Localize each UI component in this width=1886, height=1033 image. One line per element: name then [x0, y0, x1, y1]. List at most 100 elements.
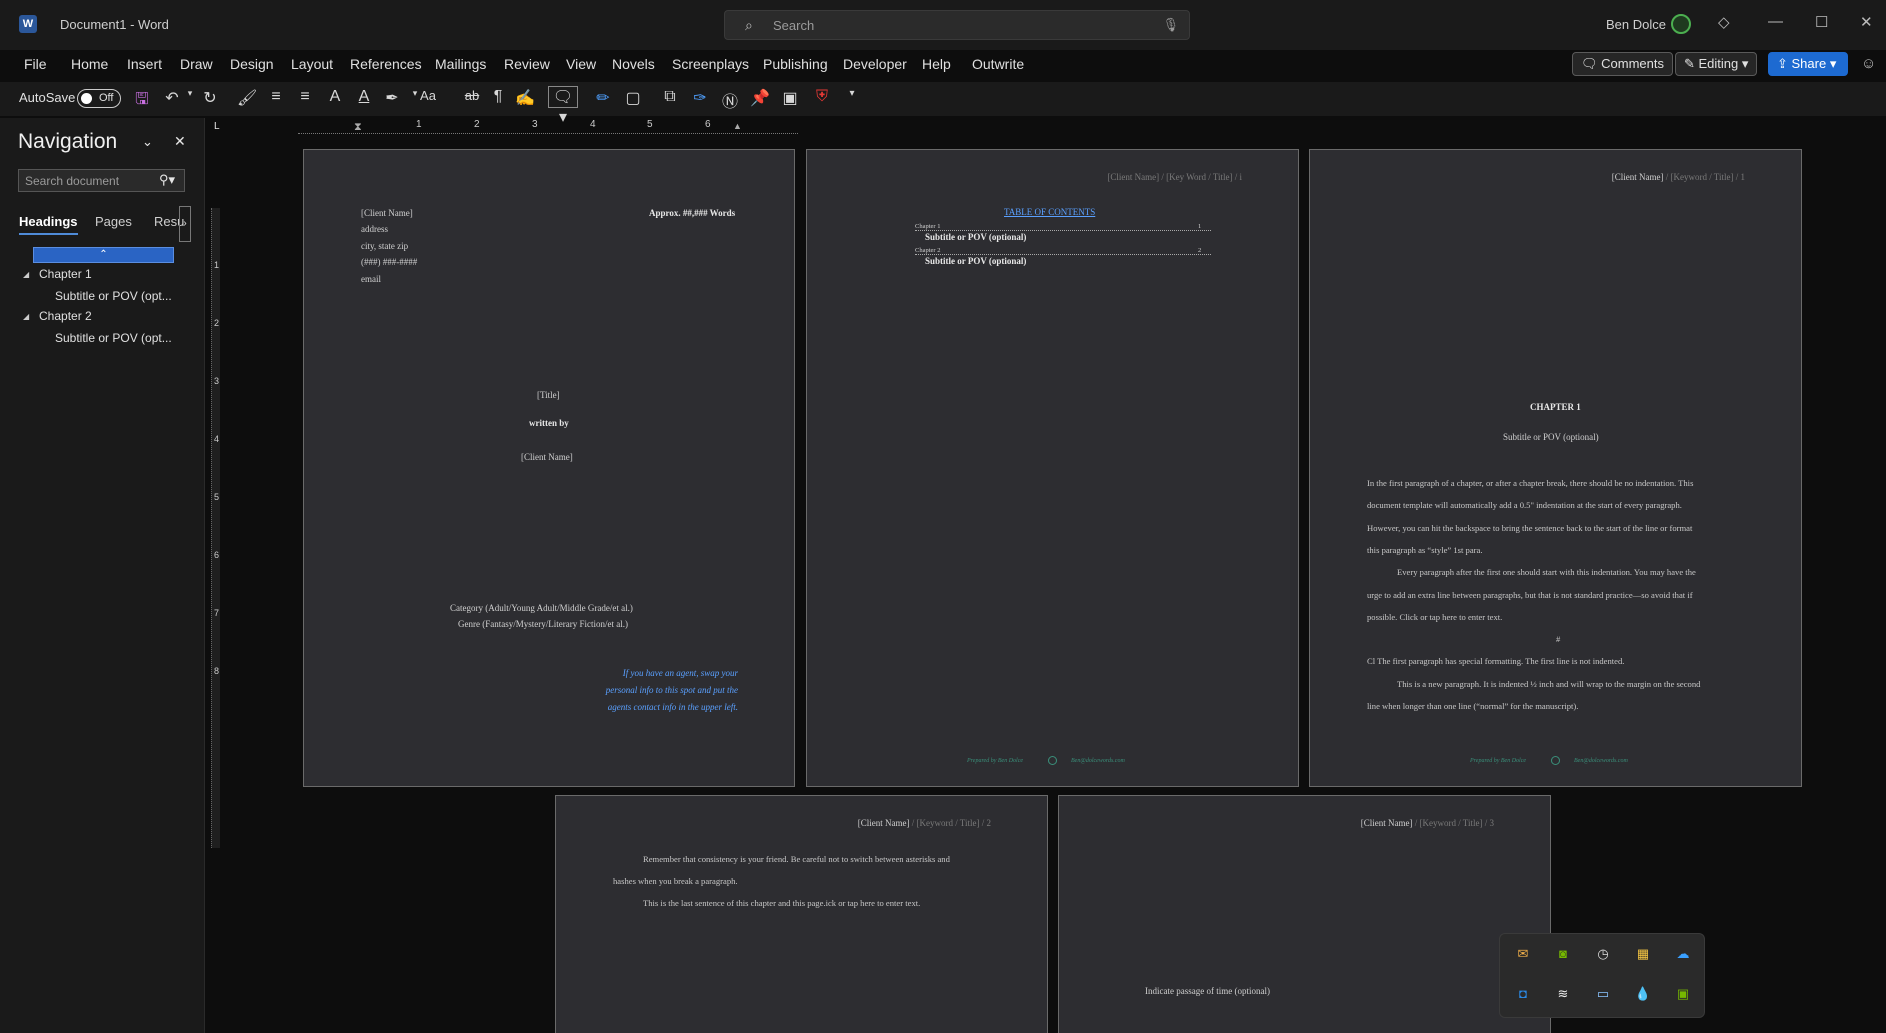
gpu-icon[interactable]: ▣: [1674, 985, 1692, 1003]
maximize-icon[interactable]: ☐: [1815, 13, 1828, 31]
nav-search-input[interactable]: Search document ⚲▾: [18, 169, 185, 192]
body-line: this paragraph as “style” 1st para.: [1367, 544, 1483, 555]
microphone-icon[interactable]: 🎙: [1162, 17, 1179, 33]
mail-icon[interactable]: ✉: [1514, 945, 1532, 963]
toc-title[interactable]: TABLE OF CONTENTS: [1004, 207, 1095, 217]
collapse-chapter1-icon[interactable]: ◢: [23, 270, 29, 279]
pin-icon[interactable]: 📌: [750, 88, 770, 108]
agent-note-line1: If you have an agent, swap your: [622, 668, 738, 678]
ruler-number: 5: [647, 119, 653, 130]
shape-icon[interactable]: ▢: [623, 88, 643, 108]
menu-home[interactable]: Home: [71, 56, 108, 72]
nav-item-subtitle2[interactable]: Subtitle or POV (opt...: [55, 331, 172, 345]
undo-icon[interactable]: ↶: [162, 88, 182, 108]
menu-layout[interactable]: Layout: [291, 56, 333, 72]
photo-icon[interactable]: ▦: [1634, 945, 1652, 963]
minimize-icon[interactable]: —: [1768, 13, 1783, 30]
diamond-icon[interactable]: ◇: [1718, 13, 1730, 31]
nvidia-icon[interactable]: ◙: [1554, 945, 1572, 963]
menu-references[interactable]: References: [350, 56, 422, 72]
search-box[interactable]: ⌕ Search 🎙: [724, 10, 1190, 40]
avatar[interactable]: [1671, 14, 1691, 34]
autosave-toggle[interactable]: Off: [77, 89, 121, 108]
menu-draw[interactable]: Draw: [180, 56, 213, 72]
menu-novels[interactable]: Novels: [612, 56, 655, 72]
change-case-icon[interactable]: Aa: [418, 88, 438, 103]
close-pane-icon[interactable]: ✕: [174, 133, 186, 150]
feedback-icon[interactable]: ☺: [1861, 55, 1876, 72]
notation-icon[interactable]: Ⓝ: [720, 88, 740, 112]
undo-dropdown-icon[interactable]: ▾: [180, 88, 200, 99]
search-icon[interactable]: ⚲▾: [159, 172, 175, 188]
indent-marker-icon[interactable]: ⧗: [354, 121, 362, 134]
page-3[interactable]: [Client Name] / [Keyword / Title] / 3 In…: [1058, 795, 1551, 1033]
menu-mailings[interactable]: Mailings: [435, 56, 486, 72]
pen-blue-icon[interactable]: ✑: [690, 88, 710, 108]
onedrive-icon[interactable]: ☁: [1674, 945, 1692, 963]
user-name[interactable]: Ben Dolce: [1606, 17, 1666, 32]
tab-pages[interactable]: Pages: [95, 214, 132, 229]
tab-scroll-button[interactable]: ›: [179, 206, 191, 242]
highlight-icon[interactable]: ✒: [382, 88, 402, 108]
page-toc[interactable]: [Client Name] / [Key Word / Title] / i T…: [806, 149, 1299, 787]
font-size-icon[interactable]: A: [325, 88, 345, 106]
menu-screenplays[interactable]: Screenplays: [672, 56, 749, 72]
page-title[interactable]: [Client Name] address city, state zip (#…: [303, 149, 795, 787]
redo-icon[interactable]: ↻: [200, 88, 220, 108]
share-button[interactable]: ⇪ Share ▾: [1768, 52, 1848, 76]
collapse-chapter2-icon[interactable]: ◢: [23, 312, 29, 321]
menu-help[interactable]: Help: [922, 56, 951, 72]
header-client: [Client Name]: [1107, 172, 1160, 182]
close-icon[interactable]: ✕: [1860, 13, 1873, 31]
ruler-number: 7: [214, 608, 220, 618]
menu-design[interactable]: Design: [230, 56, 274, 72]
menu-file[interactable]: File: [24, 56, 47, 72]
duplicate-icon[interactable]: ⧉: [660, 88, 680, 106]
ruler-number: 5: [214, 492, 220, 502]
right-indent-marker-icon[interactable]: ▲: [733, 121, 742, 131]
page-chapter1[interactable]: [Client Name] / [Keyword / Title] / 1 CH…: [1309, 149, 1802, 787]
clear-format-icon[interactable]: ✍: [515, 88, 535, 108]
nav-item-subtitle1[interactable]: Subtitle or POV (opt...: [55, 289, 172, 303]
page-header: [Client Name] / [Keyword / Title] / 1: [1612, 172, 1745, 182]
font-color-icon[interactable]: A: [354, 88, 374, 106]
tab-selector-icon[interactable]: L: [214, 121, 220, 132]
display-icon[interactable]: ▭: [1594, 985, 1612, 1003]
draw-icon[interactable]: ✏: [593, 88, 613, 108]
menu-publishing[interactable]: Publishing: [763, 56, 828, 72]
paragraph-marks-icon[interactable]: ¶: [488, 88, 508, 106]
menu-developer[interactable]: Developer: [843, 56, 907, 72]
vertical-ruler[interactable]: [206, 118, 228, 1033]
save-icon[interactable]: 🖫: [132, 88, 152, 115]
tab-headings[interactable]: Headings: [19, 214, 78, 235]
nav-top-selection[interactable]: ⌃: [33, 247, 174, 263]
toc-entry-2[interactable]: Chapter 2: [915, 247, 1211, 255]
page-2[interactable]: [Client Name] / [Keyword / Title] / 2 Re…: [555, 795, 1048, 1033]
body-line: Remember that consistency is your friend…: [643, 854, 950, 864]
comments-button[interactable]: 🗨 Comments: [1572, 52, 1673, 76]
format-painter-icon[interactable]: 🖌: [237, 88, 257, 108]
editing-button[interactable]: ✎ Editing ▾: [1675, 52, 1758, 76]
menu-view[interactable]: View: [566, 56, 596, 72]
clock-icon[interactable]: ◷: [1594, 945, 1612, 963]
indent-icon[interactable]: ≡: [266, 88, 286, 106]
menu-insert[interactable]: Insert: [127, 56, 162, 72]
chevron-down-icon[interactable]: ⌄: [142, 134, 153, 150]
toc-entry-1[interactable]: Chapter 1: [915, 223, 1211, 231]
comment-insert-icon[interactable]: 🗨▾: [548, 86, 578, 126]
chapter-heading: CHAPTER 1: [1530, 402, 1581, 412]
drop-icon[interactable]: 💧: [1634, 985, 1652, 1003]
screen-icon[interactable]: ▣: [780, 88, 800, 108]
align-center-icon[interactable]: ≡: [295, 88, 315, 106]
app-icon[interactable]: ≋: [1554, 985, 1572, 1003]
nav-item-chapter1[interactable]: Chapter 1: [39, 267, 92, 281]
menu-review[interactable]: Review: [504, 56, 550, 72]
outlook-icon[interactable]: ◘: [1514, 985, 1532, 1003]
ruler-number: 4: [214, 434, 220, 444]
nav-item-chapter2[interactable]: Chapter 2: [39, 309, 92, 323]
customize-toolbar-icon[interactable]: ▾: [842, 88, 862, 99]
shield-icon[interactable]: ⛨: [812, 88, 832, 106]
menu-outwrite[interactable]: Outwrite: [972, 56, 1024, 72]
strikethrough-icon[interactable]: ab: [462, 88, 482, 103]
horizontal-ruler[interactable]: [298, 120, 798, 134]
